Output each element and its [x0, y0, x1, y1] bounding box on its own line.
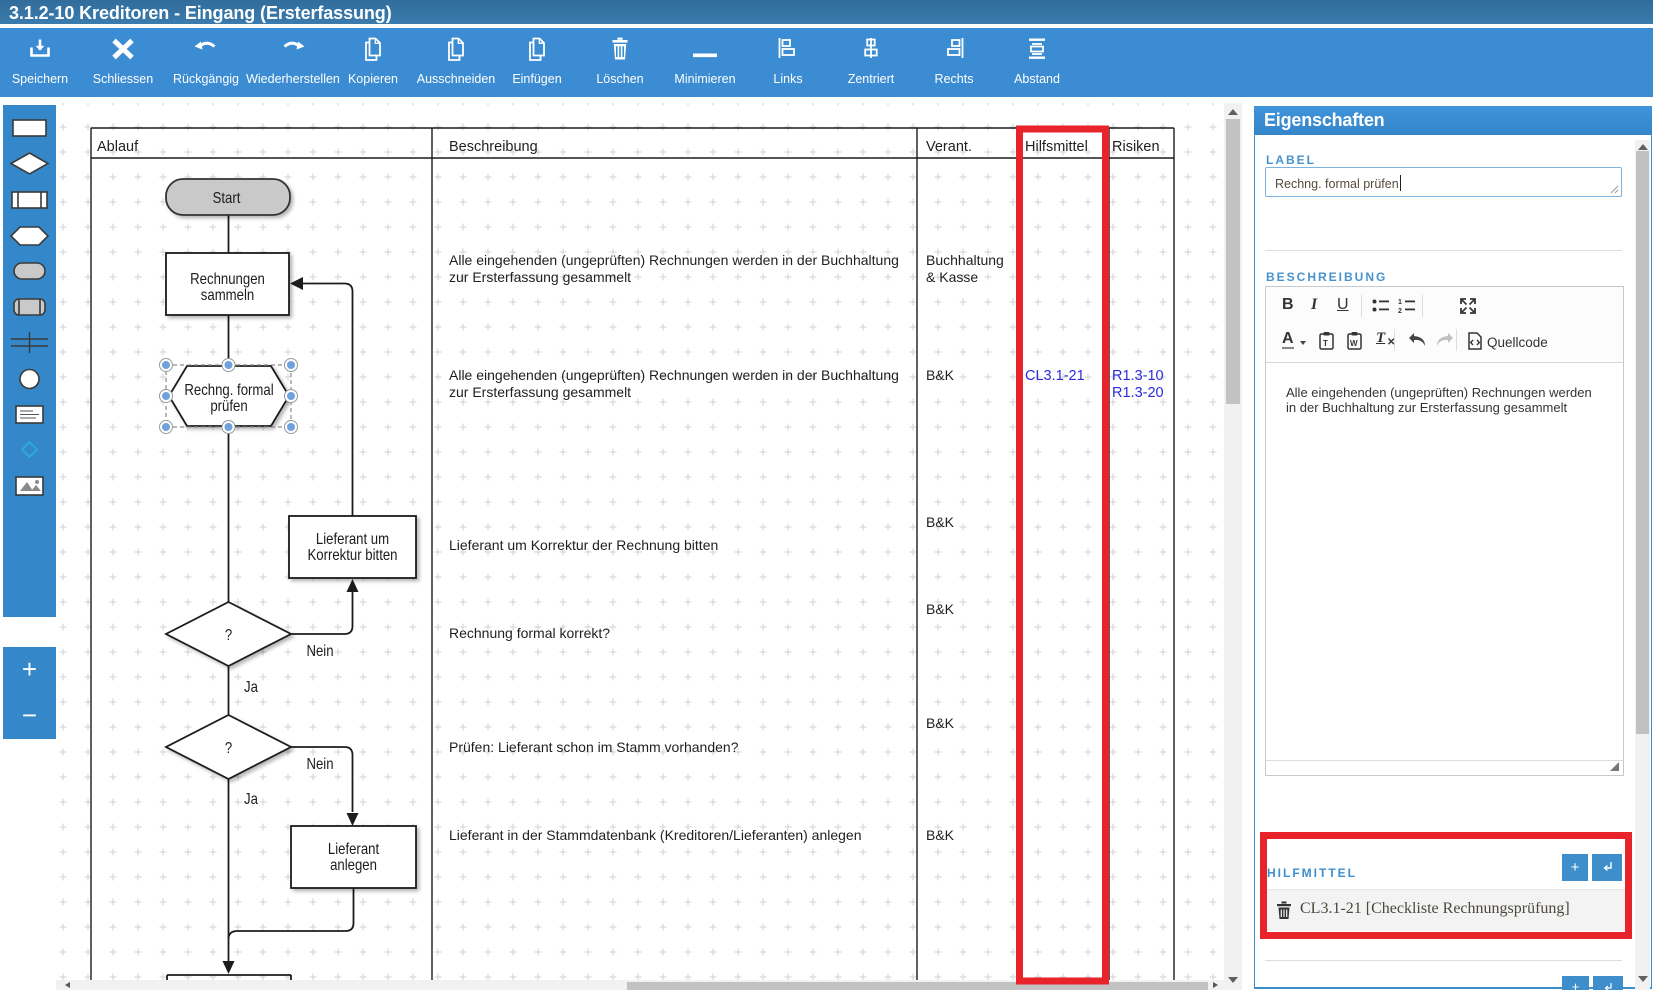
svg-text:Nein: Nein: [306, 756, 333, 773]
svg-text:Alle eingehenden (ungeprüften): Alle eingehenden (ungeprüften) Rechnunge…: [449, 252, 899, 268]
svg-text:R1.3-10: R1.3-10: [1112, 368, 1164, 384]
svg-text:B&K: B&K: [926, 601, 955, 617]
svg-text:2: 2: [1398, 308, 1402, 314]
svg-text:B&K: B&K: [926, 514, 955, 530]
svg-text:Risiken: Risiken: [1112, 139, 1160, 155]
svg-text:W: W: [1350, 339, 1358, 348]
svg-text:Prüfen: Lieferant schon im Sta: Prüfen: Lieferant schon im Stamm vorhand…: [449, 739, 739, 755]
svg-text:1: 1: [1398, 299, 1402, 306]
svg-text:Rechnungen: Rechnungen: [190, 271, 265, 288]
svg-text:Ja: Ja: [244, 679, 258, 696]
svg-text:?: ?: [225, 740, 232, 757]
svg-text:?: ?: [225, 627, 232, 644]
svg-text:zur Ersterfassung gesammelt: zur Ersterfassung gesammelt: [449, 269, 631, 285]
svg-text:B&K: B&K: [926, 367, 955, 383]
svg-text:B&K: B&K: [926, 715, 955, 731]
svg-text:Lieferant um: Lieferant um: [316, 531, 389, 548]
svg-text:Lieferant um Korrektur der Rec: Lieferant um Korrektur der Rechnung bitt…: [449, 537, 718, 553]
svg-text:Ja: Ja: [244, 791, 258, 808]
svg-text:Nein: Nein: [306, 643, 333, 660]
svg-text:Rechng. formal: Rechng. formal: [184, 382, 273, 399]
svg-text:T: T: [1323, 339, 1328, 348]
svg-text:Ablauf: Ablauf: [97, 139, 139, 155]
svg-text:Start: Start: [213, 190, 241, 207]
svg-text:Lieferant in der Stammdatenban: Lieferant in der Stammdatenbank (Kredito…: [449, 827, 861, 843]
svg-text:R1.3-20: R1.3-20: [1112, 385, 1164, 401]
svg-text:prüfen: prüfen: [210, 398, 247, 415]
svg-text:Korrektur bitten: Korrektur bitten: [307, 547, 397, 564]
svg-text:Beschreibung: Beschreibung: [449, 139, 538, 155]
svg-text:Hilfsmittel: Hilfsmittel: [1025, 139, 1088, 155]
svg-text:Lieferant: Lieferant: [328, 841, 379, 858]
svg-text:anlegen: anlegen: [330, 857, 377, 874]
svg-text:sammeln: sammeln: [201, 287, 254, 304]
svg-text:Buchhaltung: Buchhaltung: [926, 252, 1004, 268]
svg-text:Alle eingehenden (ungeprüften): Alle eingehenden (ungeprüften) Rechnunge…: [449, 367, 899, 383]
svg-text:Rechnung formal korrekt?: Rechnung formal korrekt?: [449, 625, 610, 641]
svg-text:B&K: B&K: [926, 827, 955, 843]
svg-text:Verant.: Verant.: [926, 139, 972, 155]
svg-text:& Kasse: & Kasse: [926, 269, 978, 285]
svg-text:zur Ersterfassung gesammelt: zur Ersterfassung gesammelt: [449, 384, 631, 400]
svg-text:CL3.1-21: CL3.1-21: [1025, 368, 1085, 384]
